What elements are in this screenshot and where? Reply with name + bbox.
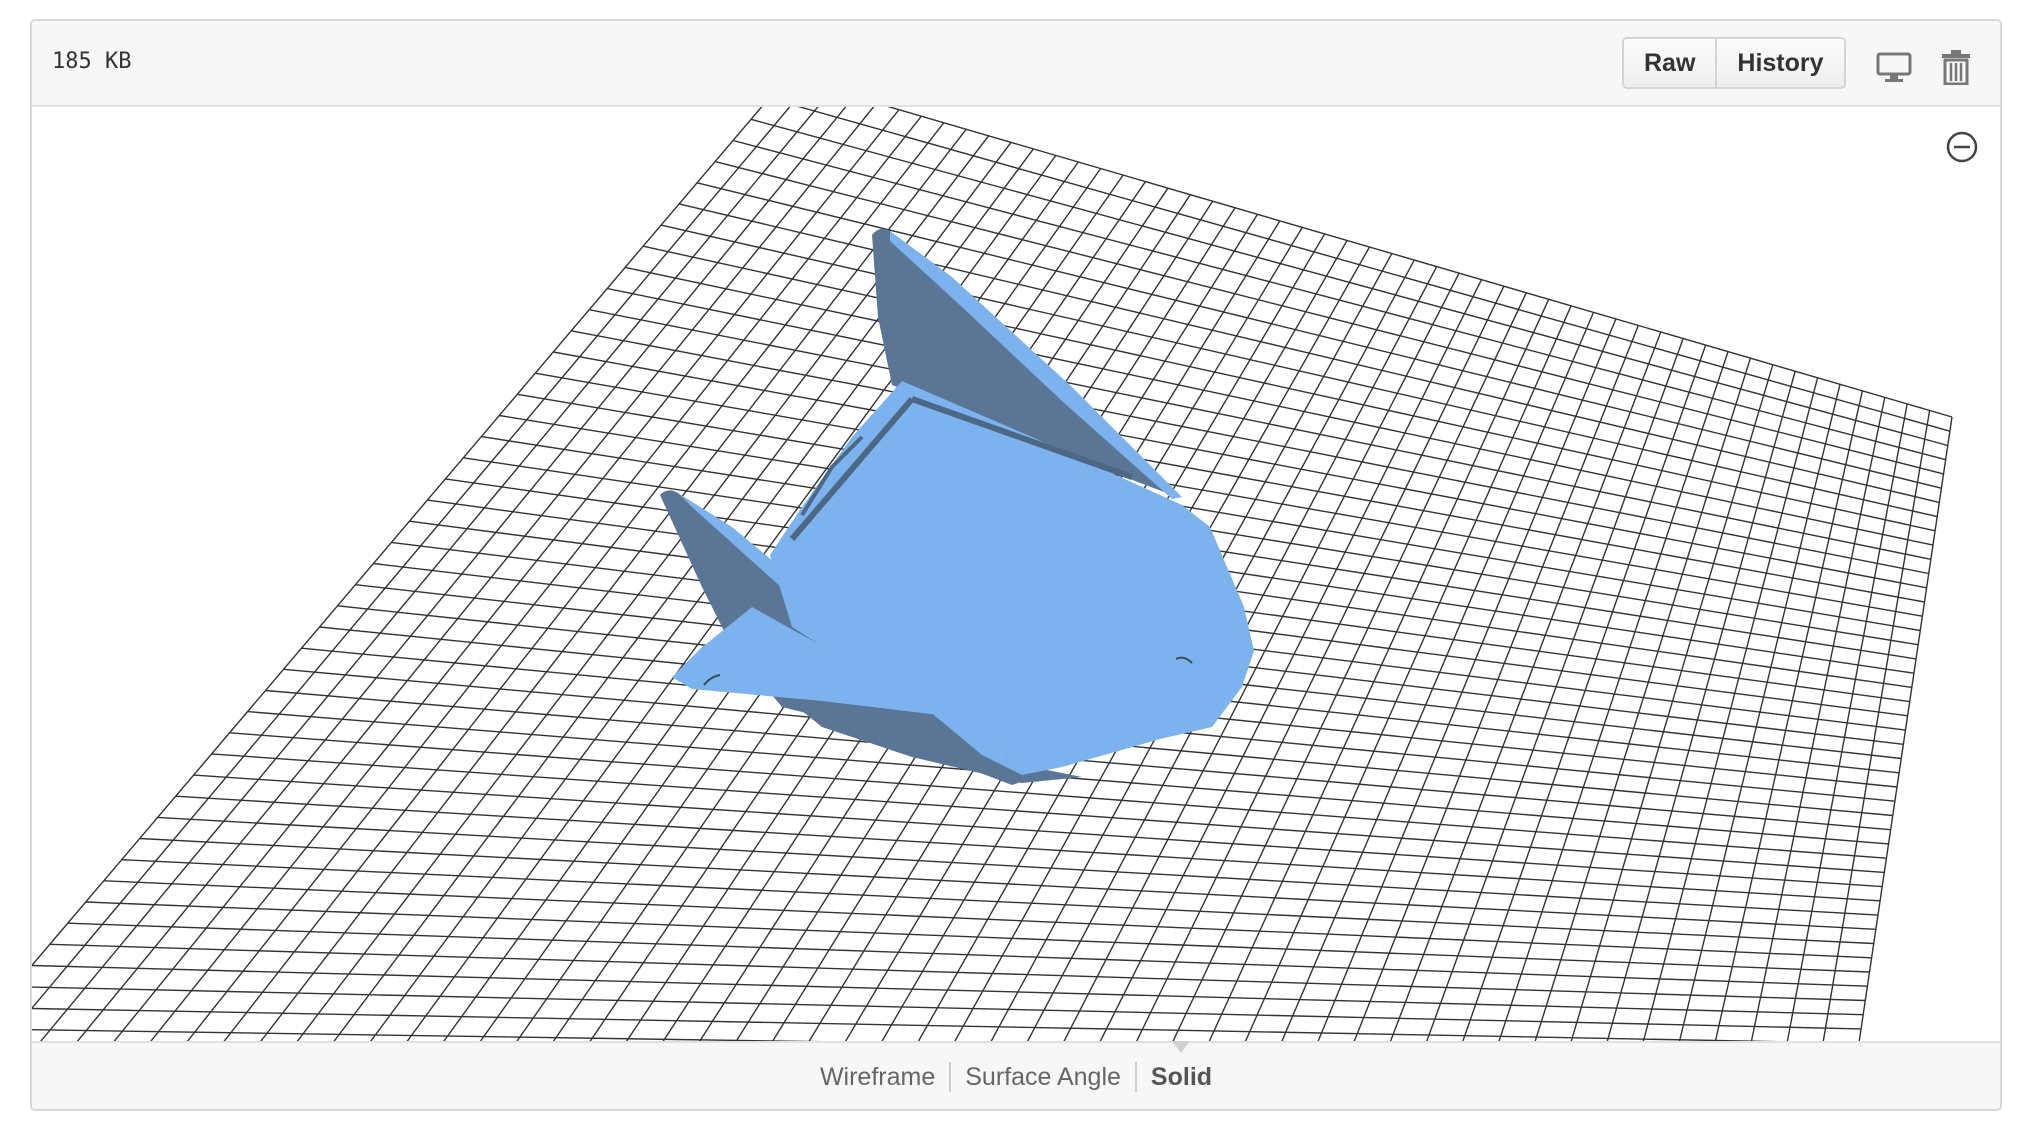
trash-icon[interactable] bbox=[1938, 49, 1974, 85]
render-mode-bar: Wireframe Surface Angle Solid bbox=[32, 1041, 2000, 1109]
stl-3d-viewer[interactable] bbox=[32, 107, 2000, 1041]
raw-button[interactable]: Raw bbox=[1624, 39, 1715, 87]
mode-surface-angle[interactable]: Surface Angle bbox=[949, 1062, 1135, 1092]
history-button[interactable]: History bbox=[1715, 39, 1843, 87]
file-viewer-box: 185 KB Raw History Wireframe Surface Ang… bbox=[30, 19, 2002, 1111]
file-header: 185 KB Raw History bbox=[32, 21, 2000, 107]
mode-solid[interactable]: Solid bbox=[1134, 1062, 1226, 1092]
3d-model[interactable] bbox=[660, 228, 1254, 785]
file-actions-button-group: Raw History bbox=[1622, 37, 1846, 89]
desktop-display-icon[interactable] bbox=[1876, 49, 1912, 85]
viewer-canvas[interactable] bbox=[32, 107, 2000, 1041]
mode-wireframe[interactable]: Wireframe bbox=[806, 1062, 949, 1092]
active-mode-pointer bbox=[1172, 1041, 1190, 1053]
file-size: 185 KB bbox=[52, 49, 132, 74]
zoom-out-icon[interactable] bbox=[1944, 129, 1980, 165]
